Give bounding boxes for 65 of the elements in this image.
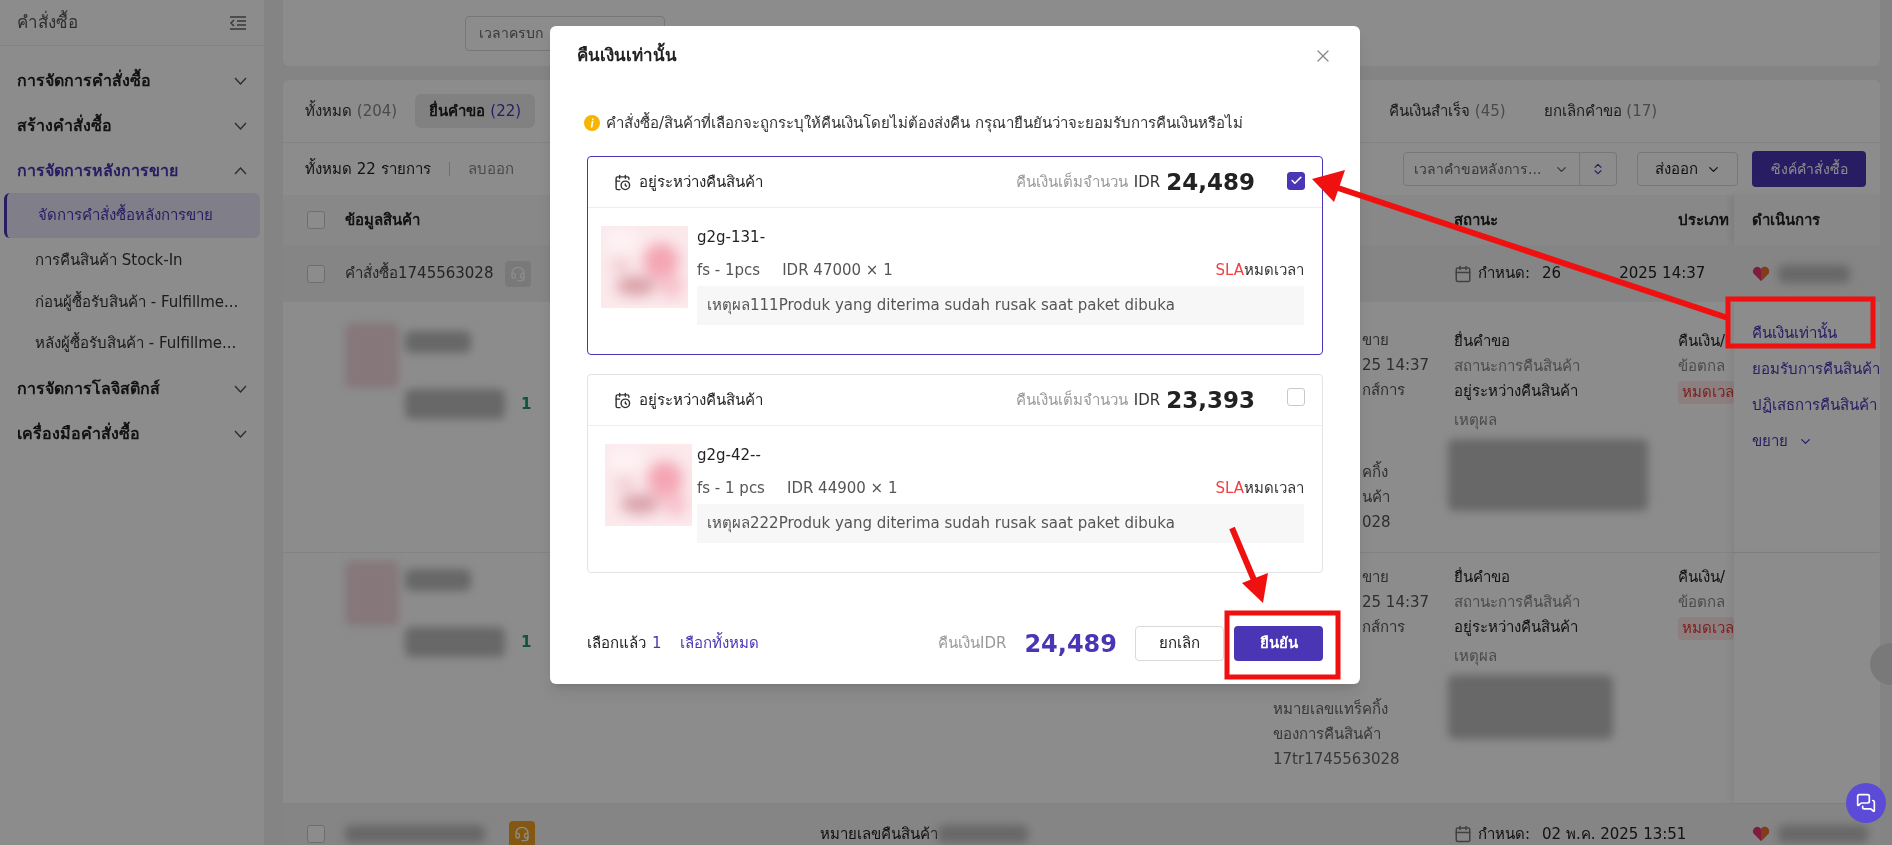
type-note: ข้อตกล: [1678, 356, 1726, 377]
cell-text: ขาย: [1362, 330, 1390, 351]
refund-total-label: คืนเงินIDR: [937, 633, 1007, 655]
dialog-title: คืนเงินเท่านั้น: [577, 43, 677, 69]
total-count: ทั้งหมด 22 รายการ: [305, 157, 431, 180]
sla-status: SLAหมดเวลา: [1215, 477, 1304, 499]
item-status: อยู่ระหว่างคืนสินค้า: [639, 389, 763, 411]
cell-text: คกิ้ง: [1362, 460, 1389, 483]
status-text: ยื่นคำขอ: [1454, 566, 1511, 588]
currency: IDR: [1133, 171, 1161, 193]
sla-status: SLAหมดเวลา: [1215, 259, 1304, 281]
type-text: คืนเงิน/: [1678, 331, 1727, 352]
reason-label: เหตุผล: [1454, 410, 1498, 432]
deadline-time: 2025 14:37: [1619, 263, 1706, 285]
deadline-date: 02 พ.ค. 2025 13:51: [1542, 823, 1687, 845]
status-value: อยู่ระหว่างคืนสินค้า: [1454, 381, 1579, 402]
notice-text: คำสั่งซื้อ/สินค้าที่เลือกจะถูกระบุให้คืนเงินโดยไม่ต้องส่งคืน กรุณายืนยันว่าจะยอมรับการคืนเงินหรือไม่: [606, 111, 1243, 135]
deadline-label: กำหนด:: [1478, 823, 1531, 845]
cell-text: หมายเลขแทร็คกิ้ง: [1273, 697, 1389, 720]
cell-text: ของการคืนสินค้า: [1273, 724, 1382, 745]
quantity: 1: [521, 631, 532, 653]
refund-amount: 24,489: [1166, 167, 1255, 197]
product-variant: fs - 1pcs: [697, 259, 761, 281]
status-label: สถานะการคืนสินค้า: [1454, 592, 1581, 613]
refund-label: คืนเงินเต็มจำนวน: [1015, 171, 1128, 193]
column-header: สถานะ: [1454, 209, 1499, 231]
quantity: 1: [521, 393, 532, 415]
product-price: IDR 47000 × 1: [782, 259, 893, 281]
currency: IDR: [1133, 389, 1161, 411]
product-name: g2g-42--: [697, 445, 762, 466]
cell-text: กส์การ: [1362, 617, 1406, 638]
cell-text: 17tr1745563028: [1273, 749, 1401, 770]
type-note: ข้อตกล: [1678, 592, 1726, 613]
deadline-date: 26: [1542, 263, 1562, 285]
expired-tag: หมดเวล: [1678, 381, 1734, 404]
refund-total: 24,489: [1024, 628, 1117, 660]
item-status: อยู่ระหว่างคืนสินค้า: [639, 171, 763, 193]
selected-count: 1: [652, 633, 662, 655]
refund-label: คืนเงินเต็มจำนวน: [1015, 389, 1128, 411]
cell-text: กส์การ: [1362, 380, 1406, 401]
product-name: g2g-131-: [697, 227, 767, 248]
column-header: ประเภท: [1678, 209, 1730, 231]
status-value: อยู่ระหว่างคืนสินค้า: [1454, 617, 1579, 638]
column-header: ดำเนินการ: [1734, 195, 1880, 245]
cell-text: 028: [1362, 512, 1392, 533]
sidebar-title: คำสั่งซื้อ: [17, 9, 78, 34]
reason-text: เหตุผล222Produk yang diterima sudah rusak saat paket dibuka: [697, 504, 1304, 543]
deadline-label: กำหนด:: [1478, 263, 1531, 285]
cell-text: 25 14:37: [1362, 355, 1431, 376]
status-text: ยื่นคำขอ: [1454, 330, 1511, 352]
product-price: IDR 44900 × 1: [786, 477, 898, 499]
reason-text: เหตุผล111Produk yang diterima sudah rusak saat paket dibuka: [697, 286, 1304, 325]
return-number-label: หมายเลขคืนสินค้า: [820, 823, 938, 845]
order-number: คำสั่งซื้อ1745563028: [345, 262, 494, 285]
cell-text: นค้า: [1362, 487, 1391, 508]
column-header: ข้อมูลสินค้า: [345, 209, 421, 232]
type-text: คืนเงิน/: [1678, 567, 1727, 588]
selected-label: เลือกแล้ว: [587, 633, 646, 655]
expired-tag: หมดเวล: [1678, 617, 1734, 640]
product-variant: fs - 1 pcs: [697, 477, 765, 499]
refund-amount: 23,393: [1166, 385, 1255, 415]
cell-text: ขาย: [1362, 567, 1390, 588]
status-label: สถานะการคืนสินค้า: [1454, 356, 1581, 377]
cell-text: 25 14:37: [1362, 592, 1431, 613]
reason-label: เหตุผล: [1454, 646, 1498, 668]
